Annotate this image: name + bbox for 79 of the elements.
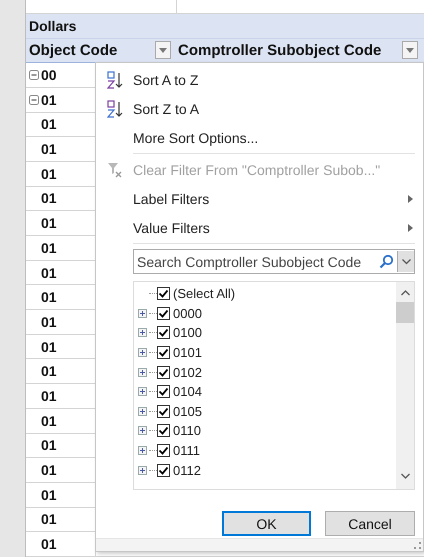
value-label[interactable]: 0102 [173, 364, 202, 380]
table-cell-text: 01 [40, 462, 57, 478]
scroll-up-icon[interactable] [400, 290, 410, 296]
sort-ascending-icon [106, 70, 122, 88]
expand-icon[interactable] [138, 387, 146, 396]
search-dropdown-button[interactable] [397, 251, 414, 272]
checkbox[interactable] [157, 346, 170, 360]
chevron-down-icon [402, 258, 410, 264]
collapse-icon[interactable] [29, 94, 39, 105]
table-cell-text: 01 [40, 511, 57, 528]
expand-icon[interactable] [138, 466, 146, 475]
checkbox[interactable] [157, 326, 170, 340]
checkbox[interactable] [157, 287, 170, 300]
clear-filter-icon [106, 162, 122, 178]
table-cell-text: 01 [40, 166, 57, 182]
submenu-arrow-icon [408, 224, 413, 232]
collapse-icon[interactable] [29, 70, 39, 80]
value-label[interactable]: 0111 [173, 443, 200, 458]
submenu-arrow-icon [408, 194, 413, 202]
table-cell-text: 01 [40, 116, 57, 132]
search-field[interactable]: Search Comptroller Subobject Code [133, 249, 415, 274]
sort-descending-icon [106, 100, 122, 118]
resize-grip-icon[interactable] [414, 542, 421, 549]
ok-button[interactable]: OK [222, 511, 311, 536]
table-cell-text: 01 [40, 437, 57, 454]
table-cell-text: 01 [40, 215, 57, 232]
checkbox[interactable] [157, 444, 170, 458]
table-cell: 00 [41, 67, 57, 84]
table-cell-text: 01 [40, 536, 57, 552]
menu-item[interactable]: More Sort Options... [133, 130, 258, 146]
table-cell-text: 01 [40, 190, 57, 206]
value-label[interactable]: 0100 [173, 325, 202, 340]
header-cell: Dollars [29, 18, 76, 34]
table-cell-text: 01 [40, 363, 57, 380]
scroll-down-icon[interactable] [400, 473, 410, 479]
table-cell-text: 01 [40, 338, 57, 355]
table-cell-text: 01 [40, 486, 57, 503]
table-cell-text: 01 [40, 412, 57, 429]
table-cell-text: 01 [40, 289, 57, 306]
scrollbar-thumb[interactable] [396, 302, 414, 323]
cancel-button[interactable]: Cancel [325, 511, 415, 536]
expand-icon[interactable] [138, 348, 146, 358]
value-label[interactable]: 0105 [173, 404, 202, 419]
checkbox[interactable] [157, 424, 170, 438]
checkbox[interactable] [157, 385, 170, 398]
menu-item[interactable]: Value Filters [133, 220, 210, 236]
value-label[interactable]: 0112 [173, 462, 201, 478]
value-label[interactable]: 0104 [173, 384, 202, 400]
menu-item[interactable]: Sort A to Z [133, 72, 198, 88]
caret-icon [159, 48, 167, 53]
value-label[interactable]: 0110 [173, 423, 201, 438]
table-cell-text: 01 [40, 264, 57, 281]
table-cell-text: 01 [40, 314, 57, 330]
checkbox[interactable] [157, 306, 170, 320]
filter-dropdown-button[interactable] [155, 41, 171, 60]
column-header: Object Code [28, 42, 118, 59]
expand-icon[interactable] [138, 308, 146, 318]
table-cell-text: 01 [40, 388, 57, 404]
value-label[interactable]: (Select All) [173, 286, 236, 302]
filter-dropdown-button[interactable] [402, 41, 418, 60]
expand-icon[interactable] [138, 406, 146, 416]
value-label[interactable]: 0000 [173, 306, 202, 321]
scrollbar[interactable] [396, 282, 414, 489]
menu-item[interactable]: Label Filters [133, 190, 210, 206]
column-header: Comptroller Subobject Code [177, 42, 382, 59]
expand-icon[interactable] [138, 446, 146, 456]
expand-icon[interactable] [138, 368, 146, 377]
caret-icon [406, 48, 414, 53]
checkbox[interactable] [157, 404, 170, 418]
value-label[interactable]: 0101 [173, 345, 202, 360]
expand-icon[interactable] [138, 328, 146, 338]
table-cell: 01 [41, 92, 57, 108]
checkbox[interactable] [157, 464, 170, 477]
search-icon [379, 254, 394, 269]
expand-icon[interactable] [138, 426, 146, 436]
menu-item[interactable]: Sort Z to A [133, 100, 200, 116]
table-cell-text: 01 [40, 141, 57, 158]
table-cell-text: 01 [40, 240, 57, 256]
checkbox[interactable] [157, 366, 170, 379]
